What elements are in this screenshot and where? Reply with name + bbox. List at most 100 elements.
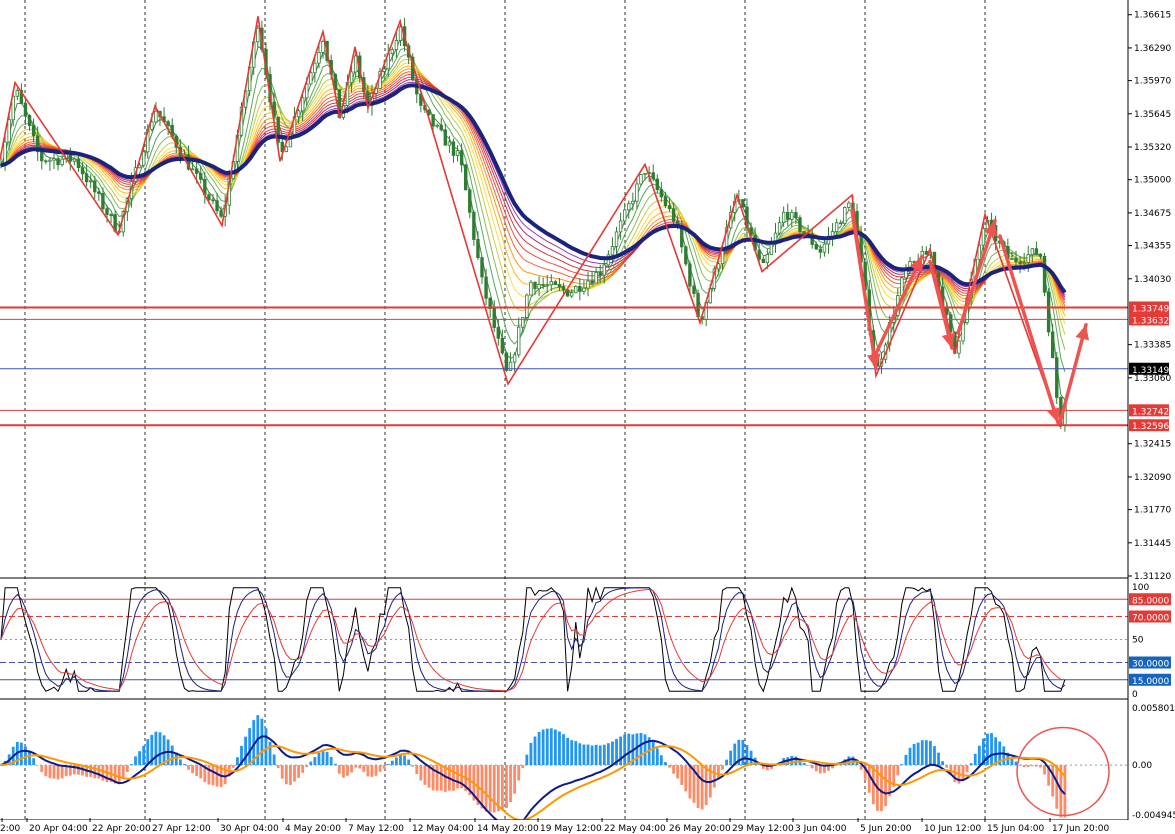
macd-histogram-bar bbox=[973, 753, 977, 766]
candle-body bbox=[614, 231, 619, 247]
candle-body bbox=[533, 281, 537, 290]
candle-body bbox=[76, 158, 81, 169]
candle-body bbox=[561, 286, 566, 291]
price-tick-label: 1.33060 bbox=[1134, 374, 1171, 384]
drawn-arrows[interactable] bbox=[850, 208, 1090, 425]
candle bbox=[451, 138, 456, 163]
macd-histogram-bar bbox=[977, 745, 981, 766]
macd-histogram-bar bbox=[1034, 765, 1038, 767]
macd-histogram-bar bbox=[517, 765, 521, 781]
ma-line-9 bbox=[0, 76, 1066, 300]
macd-histogram-bar bbox=[664, 762, 667, 766]
candle-body bbox=[300, 97, 305, 112]
candle-body bbox=[190, 168, 195, 171]
panel-frames bbox=[0, 0, 1175, 834]
candle bbox=[455, 144, 460, 162]
candle-body bbox=[284, 146, 289, 152]
macd-histogram-bar bbox=[696, 765, 700, 808]
candle bbox=[15, 87, 20, 101]
candle-body bbox=[305, 83, 309, 99]
macd-histogram-bar bbox=[920, 740, 924, 766]
candle-body bbox=[684, 246, 688, 265]
candle-body bbox=[500, 337, 505, 354]
macd-histogram-bar bbox=[1018, 765, 1022, 766]
macd-histogram-bar bbox=[395, 757, 398, 766]
stochastic-oscillator: 85.0000 70.0000 30.0000 15.0000 bbox=[0, 586, 1171, 693]
macd-histogram-bar bbox=[101, 765, 105, 781]
macd-histogram-bar bbox=[582, 744, 586, 766]
candle-body bbox=[211, 199, 215, 202]
candle bbox=[761, 256, 765, 264]
macd-histogram-bar bbox=[712, 765, 716, 788]
macd-histogram-bar bbox=[44, 765, 48, 777]
macd-histogram-bar bbox=[317, 752, 321, 766]
macd-histogram-bar bbox=[484, 765, 488, 812]
macd-histogram-bar bbox=[643, 734, 647, 766]
candle-body bbox=[769, 243, 774, 255]
macd-histogram-bar bbox=[668, 765, 671, 768]
macd-histogram-bar bbox=[549, 728, 553, 766]
price-level-label-1: 1.33632 bbox=[1132, 316, 1169, 326]
candle bbox=[48, 157, 52, 171]
candle-body bbox=[834, 222, 839, 232]
trading-chart[interactable]: 1.337491.336321.331491.327421.32596 85.0… bbox=[0, 0, 1175, 834]
macd-histogram-bar bbox=[390, 760, 394, 766]
macd-histogram-bar bbox=[170, 745, 174, 766]
macd-histogram-bar bbox=[40, 765, 44, 773]
candle bbox=[1042, 253, 1047, 297]
macd-histogram-bar bbox=[806, 765, 810, 766]
candle-body bbox=[68, 153, 72, 162]
candle-body bbox=[219, 210, 223, 217]
macd-histogram-bar bbox=[1039, 765, 1042, 768]
candle-body bbox=[199, 172, 203, 180]
candle-body bbox=[627, 203, 631, 211]
candle bbox=[643, 172, 647, 181]
macd-histogram-bar bbox=[570, 740, 574, 766]
macd-histogram-bar bbox=[187, 765, 190, 770]
time-label: 7 May 12:00 bbox=[348, 824, 404, 834]
macd-histogram-bar bbox=[884, 765, 887, 807]
candle-body bbox=[557, 284, 562, 287]
price-tick-label: 1.32415 bbox=[1134, 440, 1171, 450]
macd-histogram-bar bbox=[741, 739, 745, 766]
time-label: 2:00 bbox=[0, 824, 20, 834]
macd-histogram-bar bbox=[439, 765, 443, 791]
macd-histogram-bar bbox=[676, 765, 680, 779]
candle bbox=[839, 219, 843, 225]
candle-body bbox=[48, 159, 52, 162]
candle-body bbox=[15, 90, 20, 97]
candle bbox=[88, 174, 93, 189]
macd-tick-label: 0.0058016 bbox=[1132, 704, 1175, 714]
time-label: 27 Apr 12:00 bbox=[152, 824, 211, 834]
arrow-shaft bbox=[1058, 322, 1088, 425]
macd-histogram-bar bbox=[134, 756, 137, 766]
candle-body bbox=[390, 49, 395, 54]
candle-body bbox=[981, 228, 986, 246]
price-levels[interactable]: 1.337491.336321.331491.327421.32596 bbox=[0, 301, 1169, 432]
macd-histogram-bar bbox=[415, 765, 419, 775]
time-label: 20 Apr 04:00 bbox=[29, 824, 88, 834]
candle-body bbox=[349, 71, 354, 84]
macd-histogram-bar bbox=[606, 743, 610, 766]
macd-histogram-bar bbox=[814, 765, 818, 772]
macd-histogram-bar bbox=[195, 765, 199, 776]
candle bbox=[109, 213, 113, 223]
price-tick-label: 1.31445 bbox=[1134, 539, 1171, 549]
macd-histogram-bar bbox=[994, 737, 998, 766]
candle-body bbox=[88, 180, 93, 183]
macd-histogram-bar bbox=[1043, 765, 1046, 775]
candle-body bbox=[464, 164, 468, 191]
candle-body bbox=[671, 208, 676, 222]
macd-histogram-bar bbox=[1063, 765, 1067, 818]
macd-histogram-bar bbox=[916, 742, 920, 766]
candle-body bbox=[663, 196, 668, 207]
macd-histogram-bar bbox=[456, 765, 459, 789]
candle-body bbox=[451, 141, 456, 156]
candle bbox=[741, 199, 745, 209]
candle-body bbox=[586, 280, 590, 289]
candle bbox=[56, 155, 60, 171]
candle-body bbox=[667, 205, 672, 210]
candle-body bbox=[256, 27, 260, 43]
macd-histogram-bar bbox=[729, 750, 733, 766]
macd-histogram-bar bbox=[986, 733, 989, 766]
